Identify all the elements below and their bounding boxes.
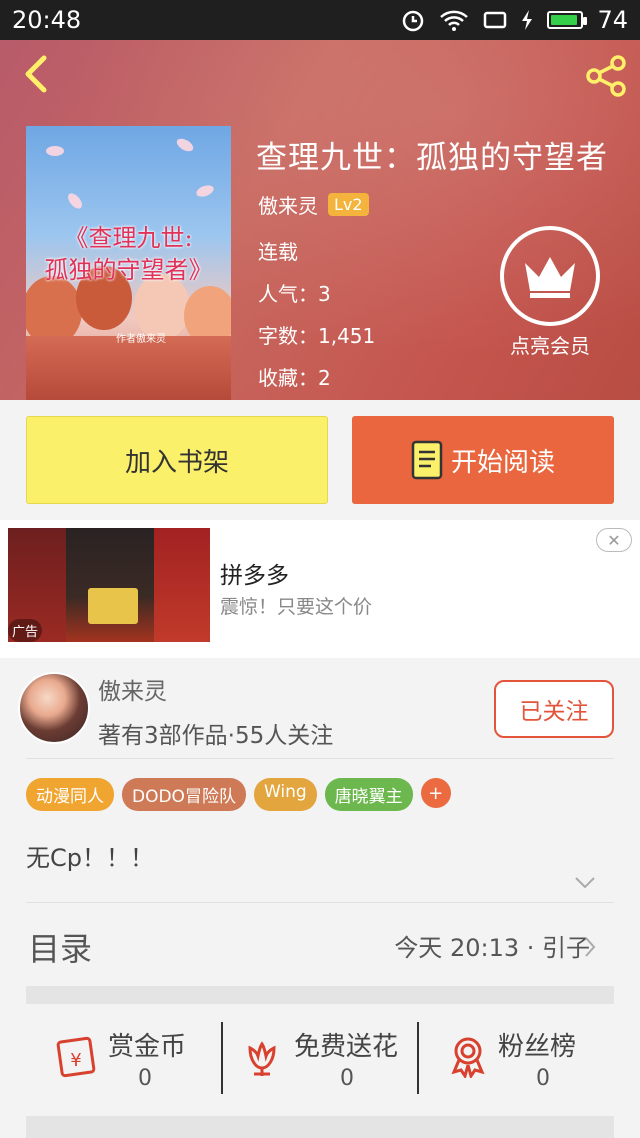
fan-ranking-button[interactable]: 粉丝榜 0: [418, 1004, 614, 1114]
tag-list: 动漫同人 DODO冒险队 Wing 唐晓翼主 +: [26, 778, 451, 811]
status-bar: 20:48 74: [0, 0, 640, 40]
battery-icon: [547, 11, 588, 29]
free-flowers-button[interactable]: 免费送花 0: [222, 1004, 418, 1114]
status-time: 20:48: [12, 6, 82, 34]
section-separator: [26, 1116, 614, 1138]
free-flowers-label: 免费送花: [294, 1032, 399, 1062]
back-icon[interactable]: [18, 52, 58, 96]
catalog-latest-chapter: 今天 20:13 · 引子: [394, 934, 590, 962]
book-favorites: 收藏：2: [258, 366, 331, 390]
crown-icon: [525, 257, 575, 298]
section-separator: [26, 986, 614, 1004]
tag-item[interactable]: 唐晓翼主: [324, 778, 413, 811]
book-header: 《查理九世: 孤独的守望者》 作者傲来灵 查理九世：孤独的守望者 傲来灵 Lv2…: [0, 40, 640, 400]
avatar[interactable]: [18, 672, 90, 744]
add-tag-button[interactable]: +: [420, 778, 451, 808]
tag-item[interactable]: DODO冒险队: [122, 778, 246, 811]
chevron-down-icon[interactable]: [574, 876, 596, 890]
cover-title-line2: 孤独的守望者》: [44, 256, 213, 284]
reward-coins-button[interactable]: ¥ 赏金币 0: [26, 1004, 222, 1114]
reward-coins-value: 0: [138, 1066, 152, 1091]
medal-icon: [451, 1037, 485, 1078]
start-reading-label: 开始阅读: [450, 447, 555, 478]
add-to-shelf-button[interactable]: 加入书架: [26, 416, 328, 504]
ad-tag: 广告: [8, 619, 43, 642]
book-title: 查理九世：孤独的守望者: [256, 140, 608, 176]
divider: [26, 758, 614, 759]
book-status: 连载: [258, 240, 298, 264]
ad-image[interactable]: 广告: [8, 528, 210, 642]
share-icon[interactable]: [582, 52, 630, 100]
vip-button[interactable]: [500, 226, 600, 326]
start-reading-button[interactable]: 开始阅读: [352, 416, 614, 504]
fan-ranking-label: 粉丝榜: [498, 1032, 577, 1062]
book-popularity: 人气：3: [258, 282, 331, 306]
tag-item[interactable]: 动漫同人: [26, 778, 114, 811]
svg-text:¥: ¥: [70, 1050, 81, 1071]
book-icon: [411, 440, 443, 480]
chevron-right-icon: [585, 937, 596, 957]
battery-percent: 74: [597, 6, 628, 34]
catalog-row[interactable]: 目录 今天 20:13 · 引子: [26, 904, 614, 984]
book-description: 无Cp！！！: [26, 844, 154, 872]
book-cover[interactable]: 《查理九世: 孤独的守望者》 作者傲来灵: [26, 126, 231, 400]
book-word-count: 字数：1,451: [258, 324, 376, 348]
reward-coins-label: 赏金币: [108, 1032, 187, 1062]
charging-icon: [522, 10, 533, 30]
book-author[interactable]: 傲来灵: [258, 190, 318, 219]
divider: [26, 902, 614, 903]
ad-banner[interactable]: 广告 拼多多 震惊！只要这个价 ✕: [0, 520, 640, 658]
ad-subtitle[interactable]: 震惊！只要这个价: [220, 592, 372, 619]
flower-icon: [248, 1041, 276, 1076]
tag-item[interactable]: Wing: [253, 778, 317, 811]
follow-button[interactable]: 已关注: [494, 680, 614, 738]
vip-label[interactable]: 点亮会员: [490, 330, 610, 359]
fan-ranking-value: 0: [536, 1066, 550, 1091]
action-bar: 加入书架 开始阅读: [0, 400, 640, 520]
free-flowers-value: 0: [340, 1066, 354, 1091]
cover-author-text: 作者傲来灵: [116, 334, 166, 345]
catalog-label: 目录: [28, 930, 93, 968]
coin-envelope-icon: ¥: [56, 1036, 96, 1078]
book-author-row[interactable]: 傲来灵 Lv2: [258, 190, 369, 219]
author-level-badge: Lv2: [328, 193, 369, 216]
cover-title-line1: 《查理九世:: [64, 224, 193, 252]
ad-close-button[interactable]: ✕: [596, 528, 632, 552]
ad-title[interactable]: 拼多多: [220, 556, 289, 590]
support-stats: ¥ 赏金币 0 免费送花 0 粉丝榜 0: [26, 1004, 614, 1114]
author-card-stats: 著有3部作品·55人关注: [98, 723, 334, 749]
alarm-icon: [403, 10, 424, 32]
wifi-icon: [440, 10, 469, 31]
author-card-name[interactable]: 傲来灵: [98, 672, 167, 706]
screen-icon: [484, 11, 507, 29]
